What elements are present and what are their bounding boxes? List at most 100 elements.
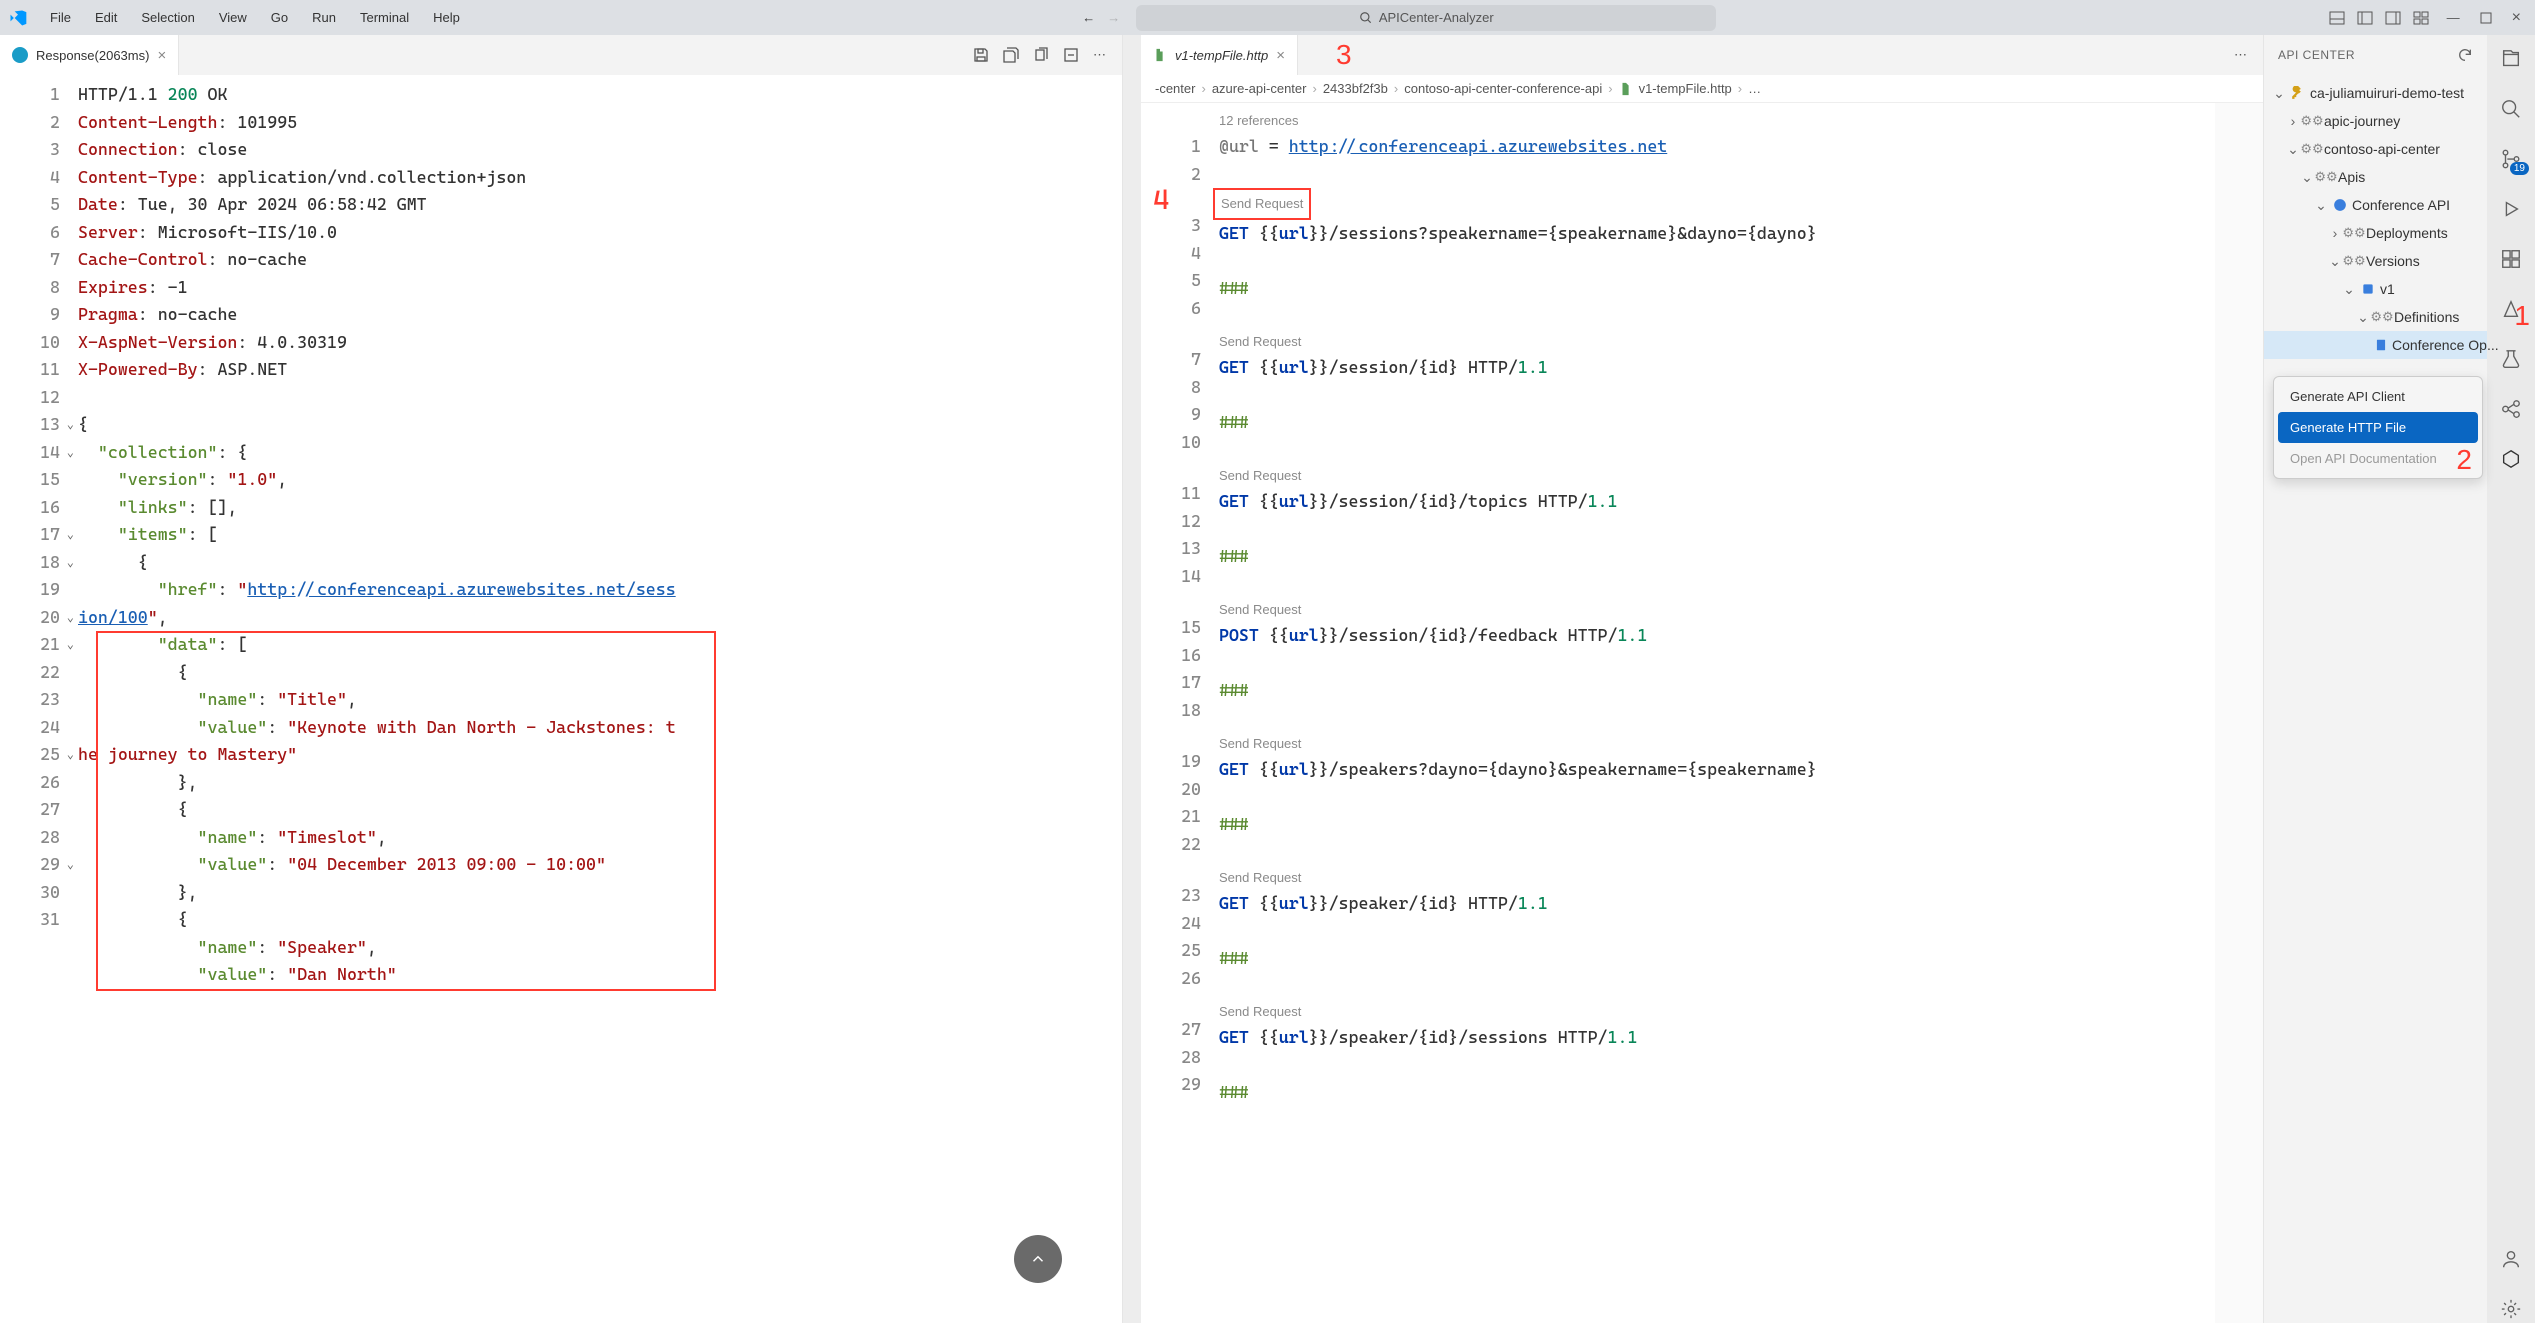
api-center-sidebar: API CENTER ⌄ ca-juliamuiruri-demo-test ›…	[2263, 35, 2487, 1323]
tree-twisty-icon[interactable]: ⌄	[2328, 253, 2342, 270]
save-icon[interactable]	[973, 47, 989, 63]
ctx-generate-api-client[interactable]: Generate API Client	[2278, 381, 2478, 412]
api-tree[interactable]: ⌄ ca-juliamuiruri-demo-test › ⚙⚙ apic-jo…	[2264, 75, 2487, 363]
tree-row-7[interactable]: ⌄ v1	[2264, 275, 2487, 303]
tree-twisty-icon[interactable]: ⌄	[2272, 85, 2286, 102]
codelens-send-request[interactable]: Send Request	[1219, 866, 2255, 890]
title-center: ← → APICenter-Analyzer	[474, 5, 2325, 31]
tree-twisty-icon[interactable]: ⌄	[2356, 309, 2370, 326]
ab-api-center-icon[interactable]	[2497, 445, 2525, 473]
nav-forward-icon[interactable]: →	[1107, 10, 1120, 25]
minimap[interactable]	[2215, 103, 2263, 1323]
ab-testing-icon[interactable]	[2497, 345, 2525, 373]
bc-4[interactable]: v1-tempFile.http	[1639, 81, 1732, 96]
fold-icon[interactable]	[1063, 47, 1079, 63]
codelens-send-request[interactable]: Send Request	[1219, 732, 2255, 756]
window-close-icon[interactable]: ×	[2506, 9, 2527, 27]
ctx-generate-http-file[interactable]: Generate HTTP File	[2278, 412, 2478, 443]
menu-file[interactable]: File	[40, 6, 81, 29]
layout-grid-icon[interactable]	[2413, 10, 2429, 26]
layout-sidebar-right-icon[interactable]	[2385, 10, 2401, 26]
tree-node-icon: ⚙⚙	[2346, 225, 2362, 241]
tree-row-9[interactable]: Conference Op...	[2264, 331, 2487, 359]
tree-twisty-icon[interactable]: ›	[2286, 113, 2300, 129]
tree-node-icon	[2374, 337, 2388, 353]
bc-0[interactable]: -center	[1155, 81, 1195, 96]
ab-settings-icon[interactable]	[2497, 1295, 2525, 1323]
window-maximize-icon[interactable]	[2478, 10, 2494, 26]
codelens-send-request[interactable]: Send Request	[1219, 598, 2255, 622]
ab-debug-icon[interactable]	[2497, 195, 2525, 223]
bc-1[interactable]: azure-api-center	[1212, 81, 1307, 96]
more-actions-icon[interactable]: ⋯	[1093, 47, 1106, 63]
tree-row-3[interactable]: ⌄ ⚙⚙ Apis	[2264, 163, 2487, 191]
codelens-references[interactable]: 12 references	[1219, 109, 2255, 133]
menu-view[interactable]: View	[209, 6, 257, 29]
tree-node-icon: ⚙⚙	[2374, 309, 2390, 325]
layout-sidebar-left-icon[interactable]	[2357, 10, 2373, 26]
tab-close-icon[interactable]: ×	[157, 47, 166, 64]
tree-twisty-icon[interactable]: ⌄	[2342, 281, 2356, 298]
menu-go[interactable]: Go	[261, 6, 298, 29]
codelens-send-request[interactable]: Send Request	[1213, 188, 1311, 220]
tree-node-label: Deployments	[2366, 225, 2448, 241]
tree-row-8[interactable]: ⌄ ⚙⚙ Definitions	[2264, 303, 2487, 331]
command-center[interactable]: APICenter-Analyzer	[1136, 5, 1716, 31]
tree-node-icon	[2290, 85, 2306, 101]
editor-scrollbar[interactable]	[1123, 35, 1141, 1323]
tree-row-5[interactable]: › ⚙⚙ Deployments	[2264, 219, 2487, 247]
menu-help[interactable]: Help	[423, 6, 470, 29]
tree-twisty-icon[interactable]: ⌄	[2300, 169, 2314, 186]
tree-node-icon	[2360, 281, 2376, 297]
tab-httpfile[interactable]: v1-tempFile.http ×	[1141, 35, 1298, 75]
editor-response: Response(2063ms) × ⋯ 12345678910111213⌄1…	[0, 35, 1123, 1323]
refresh-icon[interactable]	[2457, 47, 2473, 63]
copy-icon[interactable]	[1033, 47, 1049, 63]
scroll-top-button[interactable]	[1014, 1235, 1062, 1283]
ab-explorer-icon[interactable]	[2497, 45, 2525, 73]
tree-row-4[interactable]: ⌄ Conference API	[2264, 191, 2487, 219]
save-all-icon[interactable]	[1003, 47, 1019, 63]
layout-panel-icon[interactable]	[2329, 10, 2345, 26]
tree-row-6[interactable]: ⌄ ⚙⚙ Versions	[2264, 247, 2487, 275]
menu-run[interactable]: Run	[302, 6, 346, 29]
menu-selection[interactable]: Selection	[131, 6, 204, 29]
bc-2[interactable]: 2433bf2f3b	[1323, 81, 1388, 96]
codelens-send-request[interactable]: Send Request	[1219, 330, 2255, 354]
menu-terminal[interactable]: Terminal	[350, 6, 419, 29]
tree-node-label: ca-juliamuiruri-demo-test	[2310, 85, 2464, 101]
tab-response[interactable]: Response(2063ms) ×	[0, 35, 179, 75]
tree-row-2[interactable]: ⌄ ⚙⚙ contoso-api-center	[2264, 135, 2487, 163]
window-minimize-icon[interactable]: —	[2441, 10, 2466, 25]
menu-edit[interactable]: Edit	[85, 6, 127, 29]
annotation-4: 4	[1153, 183, 1169, 216]
bc-3[interactable]: contoso-api-center-conference-api	[1404, 81, 1602, 96]
tree-node-label: Apis	[2338, 169, 2365, 185]
annotation-3: 3	[1336, 39, 1352, 71]
response-code[interactable]: 12345678910111213⌄14⌄151617⌄18⌄1920⌄21⌄2…	[0, 75, 1122, 1323]
tree-row-1[interactable]: › ⚙⚙ apic-journey	[2264, 107, 2487, 135]
tree-twisty-icon[interactable]: ⌄	[2286, 141, 2300, 158]
ab-search-icon[interactable]	[2497, 95, 2525, 123]
ab-source-control-icon[interactable]: 19	[2497, 145, 2525, 173]
more-actions-icon[interactable]: ⋯	[2234, 47, 2247, 63]
annotation-1: 1	[2514, 300, 2530, 332]
tree-twisty-icon[interactable]: ⌄	[2314, 197, 2328, 214]
tree-twisty-icon[interactable]: ›	[2328, 225, 2342, 241]
ctx-open-api-docs[interactable]: Open API Documentation	[2278, 443, 2478, 474]
response-icon	[12, 47, 28, 63]
codelens-send-request[interactable]: Send Request	[1219, 1000, 2255, 1024]
nav-back-icon[interactable]: ←	[1082, 10, 1095, 25]
tree-row-0[interactable]: ⌄ ca-juliamuiruri-demo-test	[2264, 79, 2487, 107]
ab-account-icon[interactable]	[2497, 1245, 2525, 1273]
tree-node-label: Definitions	[2394, 309, 2459, 325]
codelens-send-request[interactable]: Send Request	[1219, 464, 2255, 488]
bc-more[interactable]: …	[1748, 81, 1761, 96]
ab-share-icon[interactable]	[2497, 395, 2525, 423]
annotation-2: 2	[2456, 444, 2472, 476]
ab-extensions-icon[interactable]	[2497, 245, 2525, 273]
httpfile-code[interactable]: 12 3456 78910 11121314 15161718 19202122…	[1141, 103, 2263, 1323]
tab-close-icon[interactable]: ×	[1276, 47, 1285, 64]
titlebar: File Edit Selection View Go Run Terminal…	[0, 0, 2535, 35]
breadcrumbs[interactable]: -center› azure-api-center› 2433bf2f3b› c…	[1141, 75, 2263, 103]
